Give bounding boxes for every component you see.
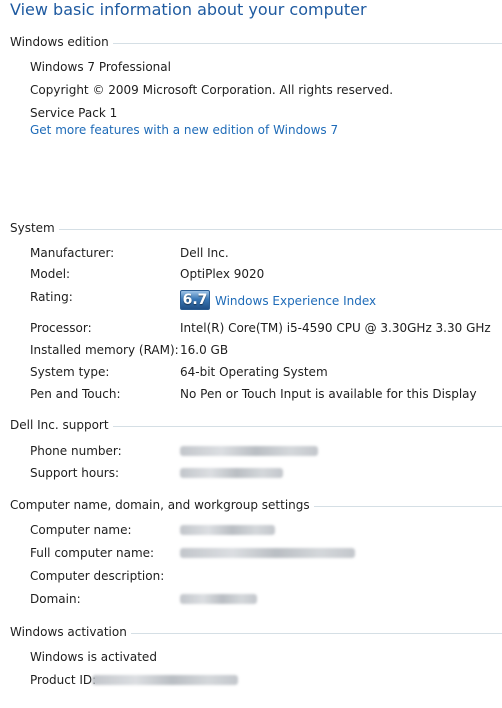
phone-number-redacted: [180, 446, 318, 456]
windows-edition-section-header: Windows edition: [10, 34, 502, 50]
computer-name-redacted: [180, 525, 275, 535]
system-type-label: System type:: [30, 365, 110, 379]
memory-value: 16.0 GB: [180, 343, 229, 357]
manufacturer-value: Dell Inc.: [180, 246, 229, 260]
product-id-redacted: [92, 675, 238, 685]
computer-name-label: Computer name:: [30, 523, 132, 537]
pen-touch-label: Pen and Touch:: [30, 387, 121, 401]
support-hours-redacted: [180, 468, 283, 478]
activation-section-header: Windows activation: [10, 624, 502, 640]
service-pack-text: Service Pack 1: [30, 106, 118, 120]
support-section-header: Dell Inc. support: [10, 417, 502, 433]
product-id-label: Product ID:: [30, 673, 97, 687]
full-computer-name-label: Full computer name:: [30, 546, 155, 560]
activation-status-text: Windows is activated: [30, 650, 157, 664]
support-hours-label: Support hours:: [30, 466, 120, 480]
model-value: OptiPlex 9020: [180, 267, 265, 281]
experience-index-badge[interactable]: 6.7: [180, 290, 210, 310]
phone-number-label: Phone number:: [30, 444, 122, 458]
section-divider: [58, 228, 502, 230]
model-label: Model:: [30, 267, 71, 281]
domain-redacted: [180, 594, 257, 604]
memory-label: Installed memory (RAM):: [30, 343, 179, 357]
system-type-value: 64-bit Operating System: [180, 365, 328, 379]
processor-label: Processor:: [30, 321, 92, 335]
windows-edition-header-text: Windows edition: [10, 35, 109, 49]
computer-name-header-text: Computer name, domain, and workgroup set…: [10, 498, 310, 512]
experience-index-link[interactable]: Windows Experience Index: [215, 293, 376, 309]
computer-name-section-header: Computer name, domain, and workgroup set…: [10, 497, 502, 513]
domain-label: Domain:: [30, 592, 81, 606]
rating-label: Rating:: [30, 290, 73, 304]
system-section-header: System: [10, 220, 502, 236]
processor-value: Intel(R) Core(TM) i5-4590 CPU @ 3.30GHz …: [180, 321, 491, 335]
support-header-text: Dell Inc. support: [10, 418, 109, 432]
manufacturer-label: Manufacturer:: [30, 246, 115, 260]
activation-header-text: Windows activation: [10, 625, 127, 639]
section-divider: [112, 425, 502, 427]
section-divider: [112, 42, 502, 44]
windows-edition-name: Windows 7 Professional: [30, 60, 171, 74]
upgrade-edition-link[interactable]: Get more features with a new edition of …: [30, 122, 338, 138]
pen-touch-value: No Pen or Touch Input is available for t…: [180, 387, 477, 401]
system-header-text: System: [10, 221, 55, 235]
page-title: View basic information about your comput…: [10, 0, 367, 19]
section-divider: [130, 632, 502, 634]
section-divider: [313, 505, 502, 507]
computer-description-label: Computer description:: [30, 569, 165, 583]
full-computer-name-redacted: [180, 548, 355, 558]
copyright-text: Copyright © 2009 Microsoft Corporation. …: [30, 83, 394, 97]
